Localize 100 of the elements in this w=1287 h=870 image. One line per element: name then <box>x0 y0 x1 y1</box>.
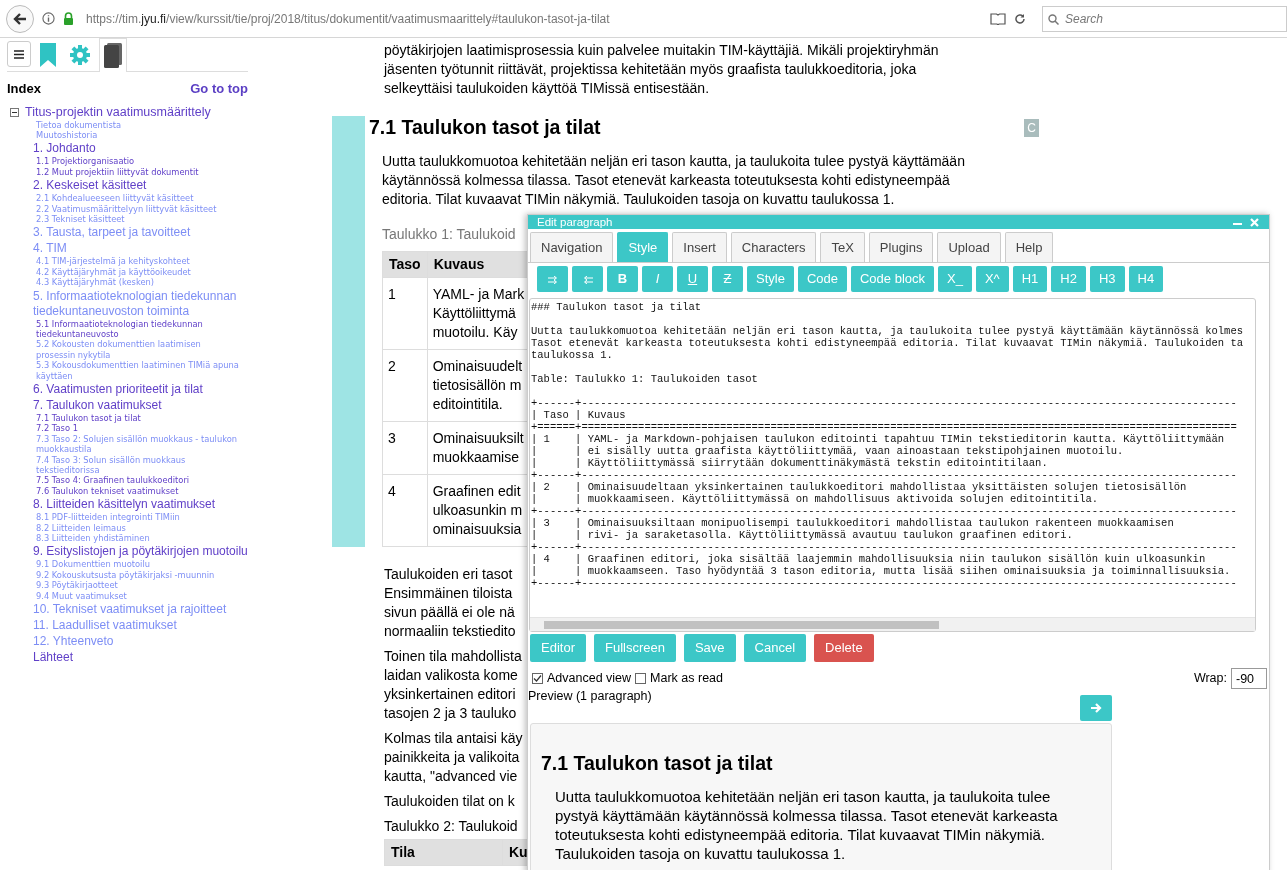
url-text[interactable]: https://tim.jyu.fi/view/kurssit/tie/proj/2018/titus/dokumentit/vaatimusmaarittely#taulukon-tasot-ja-tilat <box>86 9 982 28</box>
editor-tab[interactable]: Characters <box>730 232 817 262</box>
editor-tab[interactable]: Insert <box>672 232 727 262</box>
table-cell: 3 <box>382 421 428 475</box>
format-button[interactable]: H3 <box>1089 266 1125 292</box>
index-link[interactable]: 4.2 Käyttäjäryhmät ja käyttöoikeudet <box>36 266 191 278</box>
action-button[interactable]: Editor <box>530 634 586 662</box>
collapse-icon[interactable] <box>10 107 19 117</box>
search-icon <box>1048 13 1059 25</box>
format-button[interactable]: X_ <box>938 266 972 292</box>
index-link[interactable]: 7.5 Taso 4: Graafinen taulukkoeditori <box>36 475 190 486</box>
index-link[interactable]: 7. Taulukon vaatimukset <box>33 398 162 413</box>
index-link[interactable]: 4.1 TIM-järjestelmä ja kehityskohteet <box>36 256 190 267</box>
index-link[interactable]: 3. Tausta, tarpeet ja tavoitteet <box>33 225 191 241</box>
preview-label: Preview (1 paragraph) <box>528 688 652 705</box>
index-link[interactable]: 6. Vaatimusten prioriteetit ja tilat <box>33 382 203 397</box>
bold-button[interactable]: B <box>607 266 638 292</box>
reader-view-icon[interactable] <box>990 12 1006 25</box>
editor-tab[interactable]: TeX <box>820 232 865 262</box>
checkbox-label: Mark as read <box>650 670 724 688</box>
column-header: Taso <box>382 251 428 278</box>
scrollbar-thumb[interactable] <box>544 621 939 629</box>
index-link[interactable]: 5. Informaatioteknologian tiedekunnan tiedekuntaneuvoston toiminta <box>33 288 248 319</box>
index-link[interactable]: 1.2 Muut projektiin liittyvät dokumentit <box>36 166 199 178</box>
index-link[interactable]: 2.1 Kohdealueeseen liittyvät käsitteet <box>36 193 194 204</box>
index-link[interactable]: 1.1 Projektiorganisaatio <box>36 156 135 167</box>
index-link[interactable]: 5.2 Kokousten dokumenttien laatimisen prosessin nykytila <box>36 339 241 361</box>
index-link[interactable]: 5.3 Kokousdokumenttien laatiminen TIMiä apuna käyttäen <box>36 360 241 381</box>
editor-tab[interactable]: Help <box>1004 232 1054 262</box>
search-field[interactable]: Search <box>1042 5 1287 32</box>
editor-tab[interactable]: Style <box>617 232 669 262</box>
index-link[interactable]: Titus-projektin vaatimusmäärittely <box>25 104 211 119</box>
index-link[interactable]: 7.6 Taulukon tekniset vaatimukset <box>36 485 179 497</box>
book-tab[interactable] <box>99 38 127 72</box>
format-button[interactable]: H2 <box>1051 266 1086 292</box>
go-to-top-link[interactable]: Go to top <box>190 79 248 99</box>
index-link[interactable]: 9.4 Muut vaatimukset <box>36 590 127 602</box>
info-icon[interactable] <box>42 12 55 25</box>
wrap-label: Wrap: <box>1193 670 1227 688</box>
underline-button[interactable]: U <box>677 266 708 292</box>
action-button[interactable]: Save <box>683 634 736 662</box>
action-button[interactable]: Cancel <box>743 634 807 662</box>
index-link[interactable]: Lähteet <box>33 650 74 666</box>
checkbox-label: Advanced view <box>547 670 632 688</box>
index-link[interactable]: 7.1 Taulukon tasot ja tilat <box>36 413 141 424</box>
index-link[interactable]: 5.1 Informaatioteknologian tiedekunnan tiedekuntaneuvosto <box>36 318 241 340</box>
index-link[interactable]: Tietoa dokumentista <box>36 119 122 130</box>
index-link[interactable]: 9. Esityslistojen ja pöytäkirjojen muotoilu <box>33 544 248 560</box>
index-link[interactable]: 9.1 Dokumenttien muotoilu <box>36 559 150 570</box>
italic-button[interactable]: I <box>642 266 673 292</box>
index-link[interactable]: 10. Tekniset vaatimukset ja rajoitteet <box>33 602 227 618</box>
back-button[interactable] <box>6 4 34 33</box>
editor-tab[interactable]: Plugins <box>868 232 934 262</box>
index-link[interactable]: 1. Johdanto <box>33 141 96 157</box>
table-cell: 4 <box>382 474 428 547</box>
checkbox[interactable] <box>635 673 647 684</box>
index-link[interactable]: 8.3 Liitteiden yhdistäminen <box>36 533 150 544</box>
index-link[interactable]: 4.3 Käyttäjäryhmät (kesken) <box>36 277 155 288</box>
index-link[interactable]: 2.3 Tekniset käsitteet <box>36 213 125 225</box>
paragraph-text: Taulukoiden eri tasot Ensimmäinen tiloista sivun päällä ei ole nä normaaliin tekstiedito <box>384 565 516 642</box>
table-cell: 2 <box>382 349 428 422</box>
index-link[interactable]: 7.4 Taso 3: Solun sisällön muokkaus tekstieditorissa <box>36 454 241 476</box>
table-caption: Taulukko 1: Taulukoid <box>382 225 516 245</box>
index-link[interactable]: 9.3 Pöytäkirjaotteet <box>36 580 118 591</box>
action-button[interactable]: Delete <box>814 634 874 662</box>
reload-icon[interactable] <box>1014 12 1026 25</box>
format-button[interactable]: Code <box>797 266 847 292</box>
action-button[interactable]: Fullscreen <box>593 634 676 662</box>
format-button[interactable]: H1 <box>1012 266 1048 292</box>
paragraph-text: pöytäkirjojen laatimisprosessia kuin palvelee muitakin TIM-käyttäjiä. Mikäli projektiryhmän jäsenten työtunnit riittävät, projektissa kehitetään myös graafista taulukkoeditoria, joka selkeyttäisi taulukoiden käyttöä TIMissä entisestään. <box>384 41 939 98</box>
format-button[interactable]: Style <box>747 266 794 292</box>
editor-tab[interactable]: Upload <box>937 232 1001 262</box>
checkbox[interactable] <box>532 673 543 684</box>
index-link[interactable]: Muutoshistoria <box>36 129 98 141</box>
index-link[interactable]: 8. Liitteiden käsittelyn vaatimukset <box>33 497 216 513</box>
paragraph-text: Taulukoiden tilat on k <box>384 792 515 812</box>
outdent-icon <box>582 275 593 284</box>
comment-button[interactable]: C <box>1024 118 1039 137</box>
strike-button[interactable]: Z <box>712 266 743 292</box>
format-button[interactable]: Code block <box>851 266 935 292</box>
index-link[interactable]: 9.2 Kokouskutsusta pöytäkirjaksi -muunnin <box>36 569 215 581</box>
format-button[interactable]: H4 <box>1128 266 1164 292</box>
index-link[interactable]: 2. Keskeiset käsitteet <box>33 178 147 194</box>
horizontal-scrollbar[interactable] <box>530 617 1255 631</box>
index-link[interactable]: 11. Laadulliset vaatimukset <box>33 618 177 634</box>
book-icon <box>104 43 122 68</box>
wrap-field[interactable]: -90 <box>1231 668 1267 689</box>
format-button[interactable]: X^ <box>975 266 1009 292</box>
editor-tab[interactable]: Navigation <box>530 232 614 262</box>
index-link[interactable]: 8.2 Liitteiden leimaus <box>36 522 126 534</box>
index-link[interactable]: 12. Yhteenveto <box>33 634 114 650</box>
menu-button[interactable] <box>7 41 31 67</box>
index-link[interactable]: 4. TIM <box>33 241 67 257</box>
index-link[interactable]: 7.2 Taso 1 <box>36 423 78 434</box>
dialog-title: Edit paragraph <box>537 215 613 229</box>
index-link[interactable]: 7.3 Taso 2: Solujen sisällön muokkaus - taulukon muokkaustila <box>36 433 241 455</box>
paragraph-text: Toinen tila mahdollista laidan valikosta kome yksinkertainen editori tasojen 2 ja 3 tauluko <box>384 647 522 724</box>
index-link[interactable]: 8.1 PDF-liitteiden integrointi TIMiin <box>36 512 180 523</box>
index-link[interactable]: 2.2 Vaatimusmäärittelyyn liittyvät käsitteet <box>36 203 217 214</box>
menu-icon <box>14 49 24 59</box>
